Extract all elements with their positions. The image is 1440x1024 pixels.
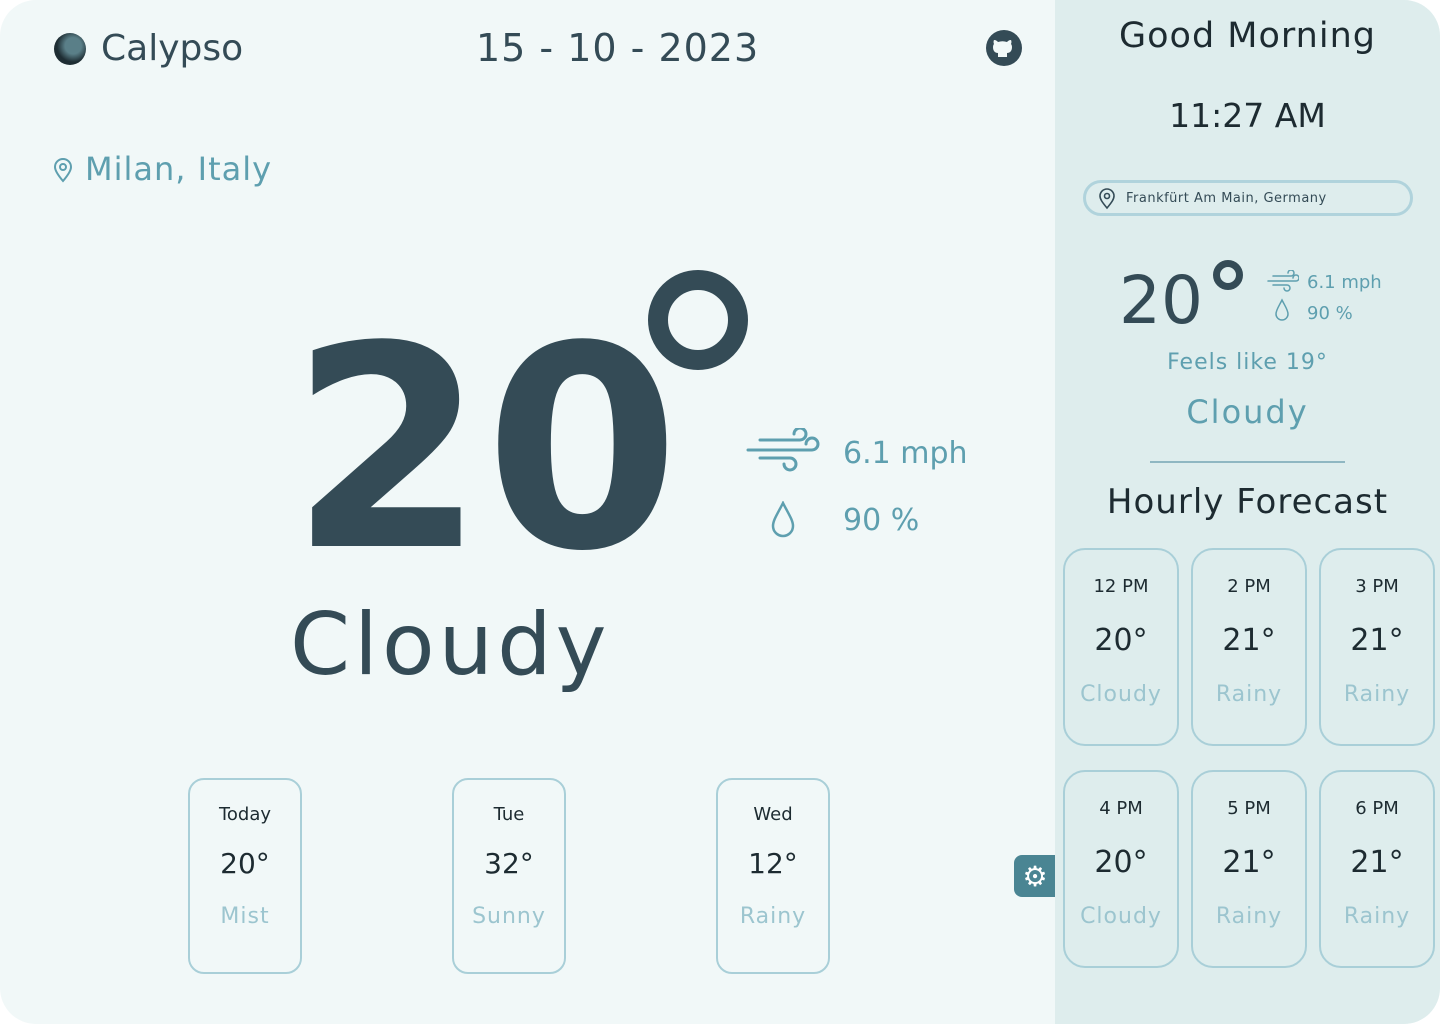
weather-app: Calypso 15 - 10 - 2023 Milan, Italy 20 C…: [0, 0, 1440, 1024]
hour-label: 3 PM: [1355, 576, 1399, 597]
day-condition: Sunny: [472, 904, 546, 929]
github-icon[interactable]: [986, 30, 1022, 66]
hourly-card[interactable]: 5 PM 21° Rainy: [1191, 770, 1307, 968]
hourly-card[interactable]: 12 PM 20° Cloudy: [1063, 548, 1179, 746]
humidity-icon: [1275, 298, 1289, 321]
hour-condition: Rainy: [1215, 682, 1283, 707]
hour-temp: 20°: [1094, 623, 1148, 658]
wind-icon: [1267, 270, 1299, 292]
sidebar: Good Morning 11:27 AM Frankfürt Am Main,…: [1055, 0, 1440, 1024]
hourly-forecast-title: Hourly Forecast: [1106, 482, 1389, 522]
hour-condition: Rainy: [1343, 682, 1411, 707]
hour-label: 2 PM: [1227, 576, 1271, 597]
calypso-logo-icon: [54, 33, 86, 65]
greeting: Good Morning: [1119, 16, 1376, 56]
day-temp: 20°: [220, 847, 270, 880]
app-name: Calypso: [101, 28, 244, 69]
location-pin-icon: [53, 158, 73, 183]
feels-like: Feels like 19°: [1167, 350, 1328, 375]
location-pin-icon: [1099, 188, 1115, 210]
current-time: 11:27 AM: [1169, 96, 1326, 135]
hour-temp: 21°: [1222, 623, 1276, 658]
hour-temp: 21°: [1222, 845, 1276, 880]
sidebar-temperature: 20: [1119, 262, 1203, 339]
current-condition: Cloudy: [290, 595, 611, 695]
day-label: Wed: [753, 804, 793, 825]
hour-label: 6 PM: [1355, 798, 1399, 819]
hour-label: 5 PM: [1227, 798, 1271, 819]
hour-temp: 21°: [1350, 623, 1404, 658]
wind-speed: 6.1 mph: [843, 436, 968, 471]
hour-label: 12 PM: [1093, 576, 1149, 597]
degree-symbol: [1213, 260, 1243, 290]
sidebar-wind: 6.1 mph: [1307, 272, 1382, 293]
sidebar-humidity: 90 %: [1307, 303, 1353, 324]
day-condition: Mist: [220, 904, 270, 929]
hourly-card[interactable]: 6 PM 21° Rainy: [1319, 770, 1435, 968]
daily-card[interactable]: Today 20° Mist: [188, 778, 302, 974]
humidity-value: 90 %: [843, 503, 920, 538]
day-temp: 12°: [748, 847, 798, 880]
day-temp: 32°: [484, 847, 534, 880]
location-search-input[interactable]: Frankfürt Am Main, Germany: [1083, 180, 1413, 216]
day-label: Tue: [493, 804, 525, 825]
search-value: Frankfürt Am Main, Germany: [1126, 191, 1327, 206]
current-temperature: 20: [290, 287, 680, 613]
location-label: Milan, Italy: [85, 150, 273, 188]
hourly-card[interactable]: 3 PM 21° Rainy: [1319, 548, 1435, 746]
hourly-card[interactable]: 4 PM 20° Cloudy: [1063, 770, 1179, 968]
degree-symbol: [648, 270, 748, 370]
hour-temp: 20°: [1094, 845, 1148, 880]
current-date: 15 - 10 - 2023: [476, 26, 760, 70]
hour-condition: Cloudy: [1080, 682, 1162, 707]
daily-card[interactable]: Wed 12° Rainy: [716, 778, 830, 974]
hour-condition: Cloudy: [1080, 904, 1162, 929]
daily-card[interactable]: Tue 32° Sunny: [452, 778, 566, 974]
hour-condition: Rainy: [1215, 904, 1283, 929]
wind-icon: [746, 428, 820, 472]
day-label: Today: [218, 804, 272, 825]
divider: [1150, 461, 1345, 463]
hour-condition: Rainy: [1343, 904, 1411, 929]
hour-temp: 21°: [1350, 845, 1404, 880]
humidity-icon: [771, 501, 795, 538]
hour-label: 4 PM: [1099, 798, 1143, 819]
hourly-card[interactable]: 2 PM 21° Rainy: [1191, 548, 1307, 746]
settings-gear-icon[interactable]: ⚙: [1014, 855, 1056, 897]
sidebar-condition: Cloudy: [1186, 393, 1309, 431]
day-condition: Rainy: [739, 904, 807, 929]
